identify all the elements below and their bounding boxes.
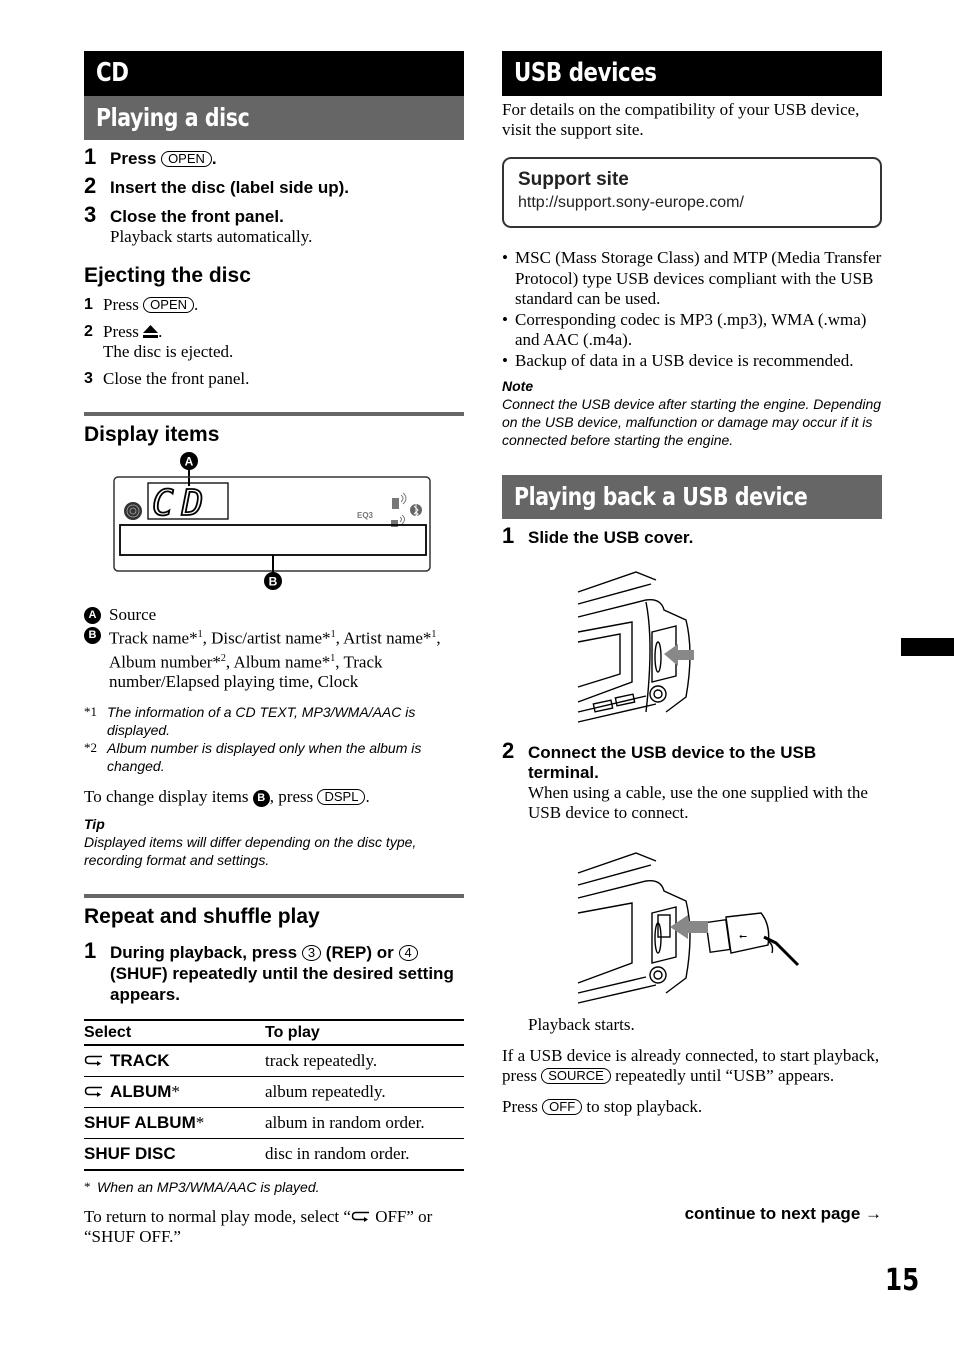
note-text: Connect the USB device after starting th… xyxy=(502,396,882,448)
column-header-to-play: To play xyxy=(265,1019,464,1047)
heading-repeat-and-shuffle: Repeat and shuffle play xyxy=(84,905,320,929)
marker-b: B xyxy=(252,790,270,808)
playback-starts: Playback starts. xyxy=(528,1015,635,1034)
tip-block: Tip Displayed items will differ dependin… xyxy=(84,815,464,869)
disc-icon xyxy=(124,502,142,520)
table-header-row: Select To play xyxy=(84,1019,464,1047)
callout-b-label: B xyxy=(269,575,278,589)
heading-display-items: Display items xyxy=(84,423,220,446)
change-display-instruction: To change display items B, press DSPL. xyxy=(84,787,370,808)
note-block: Note Connect the USB device after starti… xyxy=(502,377,882,449)
footnotes: *1 The information of a CD TEXT, MP3/WMA/… xyxy=(84,703,464,775)
eq3-indicator: EQ3 xyxy=(357,511,374,520)
table-row: ALBUM* album repeatedly. xyxy=(84,1076,464,1109)
usb-plug-body xyxy=(725,912,770,954)
step-1: 1 Press OPEN. xyxy=(84,144,217,169)
table-footnote: * When an MP3/WMA/AAC is played. xyxy=(84,1179,320,1196)
heading-playing-back-usb: Playing back a USB device xyxy=(502,475,882,519)
note-label: Note xyxy=(502,378,534,394)
display-diagram: A CD EQ3 B xyxy=(84,450,464,610)
heading-usb-devices: USB devices xyxy=(502,51,882,96)
tip-text: Displayed items will differ depending on… xyxy=(84,834,417,869)
playing-disc-steps: 1 Press OPEN. 2 Insert the disc (label s… xyxy=(84,144,464,247)
off-button: OFF xyxy=(542,1099,583,1115)
source-button: SOURCE xyxy=(541,1068,611,1084)
repeat-step-1: 1 During playback, press 3 (REP) or 4 (S… xyxy=(84,938,454,1005)
usb-bullet-list: MSC (Mass Storage Class) and MTP (Media … xyxy=(502,248,882,371)
right-column: USB devices For details on the compatibi… xyxy=(502,51,882,1117)
support-site-box: Support site http://support.sony-europe.… xyxy=(502,157,882,228)
phone-icon xyxy=(392,492,407,509)
list-item: Backup of data in a USB device is recomm… xyxy=(502,351,882,372)
heading-ejecting-the-disc: Ejecting the disc xyxy=(84,264,251,287)
table-row: SHUF DISC disc in random order. xyxy=(84,1138,464,1172)
source-display-text: CD xyxy=(152,483,211,524)
open-button: OPEN xyxy=(161,151,212,167)
list-item: MSC (Mass Storage Class) and MTP (Media … xyxy=(502,248,882,310)
ejecting-steps: 1 Press OPEN. 2 Press . The disc is ejec… xyxy=(84,295,464,389)
eject-step-2: 2 Press . The disc is ejected. xyxy=(84,322,234,361)
bluetooth-icon xyxy=(410,504,422,518)
callout-a-label: A xyxy=(185,455,194,469)
eject-icon xyxy=(143,325,159,338)
illustration-connect-usb: ⭠ xyxy=(577,852,800,1004)
table-row: SHUF ALBUM* album in random order. xyxy=(84,1107,464,1140)
list-item: Corresponding codec is MP3 (.mp3), WMA (… xyxy=(502,310,882,351)
open-button: OPEN xyxy=(143,297,194,313)
already-connected-instruction: If a USB device is already connected, to… xyxy=(502,1046,880,1085)
repeat-icon xyxy=(351,1212,369,1223)
support-site-title: Support site xyxy=(518,169,629,190)
continue-to-next-page: continue to next page → xyxy=(684,1204,882,1223)
step-3: 3 Close the front panel. Playback starts… xyxy=(84,202,313,247)
support-site-url[interactable]: http://support.sony-europe.com/ xyxy=(518,192,866,214)
repeat-shuffle-section: Repeat and shuffle play 1 During playbac… xyxy=(84,894,464,1247)
dspl-button: DSPL xyxy=(317,789,366,806)
rep-button-3: 3 xyxy=(301,945,322,962)
footnote-1: *1 The information of a CD TEXT, MP3/WMA/… xyxy=(84,704,416,739)
legend-item-b: B Track name*1, Disc/artist name*1, Arti… xyxy=(84,625,464,692)
left-column: CD Playing a disc 1 Press OPEN. 2 Insert… xyxy=(84,51,464,1247)
tip-label: Tip xyxy=(84,816,105,833)
text-display-box xyxy=(119,524,427,556)
usb-step-2: 2 Connect the USB device to the USB term… xyxy=(502,738,868,823)
illustration-slide-usb-cover xyxy=(577,571,694,723)
stop-instruction: Press OFF to stop playback. xyxy=(502,1097,703,1116)
step-2: 2 Insert the disc (label side up). xyxy=(84,173,349,198)
table-row: TRACK track repeatedly. xyxy=(84,1045,464,1078)
usb-symbol-icon: ⭠ xyxy=(739,931,747,942)
display-items-section: Display items A CD EQ3 B A Source B Trac… xyxy=(84,412,464,869)
usb-intro: For details on the compatibility of your… xyxy=(502,100,860,139)
eject-step-3: 3 Close the front panel. xyxy=(84,369,250,388)
repeat-icon xyxy=(84,1087,102,1098)
eject-step-1: 1 Press OPEN. xyxy=(84,295,199,314)
repeat-icon xyxy=(84,1056,102,1067)
shuf-button-4: 4 xyxy=(398,945,418,962)
display-diagram-graphic: A CD EQ3 B xyxy=(113,452,431,590)
return-normal-instruction: To return to normal play mode, select “ … xyxy=(84,1207,433,1247)
page-number: 15 xyxy=(885,1263,920,1298)
heading-playing-a-disc: Playing a disc xyxy=(84,96,464,140)
column-header-select: Select xyxy=(84,1019,265,1047)
repeat-shuffle-table: Select To play TRACK track repeatedly. A… xyxy=(84,1019,464,1172)
section-header-cd: CD xyxy=(84,51,464,96)
usb-step-1: 1 Slide the USB cover. xyxy=(502,523,694,548)
section-index-tab xyxy=(901,638,954,656)
marker-b: B xyxy=(84,627,101,644)
legend-item-a: A Source xyxy=(84,605,464,625)
marker-a: A xyxy=(84,607,101,624)
footnote-2: *2 Album number is displayed only when th… xyxy=(84,740,422,775)
